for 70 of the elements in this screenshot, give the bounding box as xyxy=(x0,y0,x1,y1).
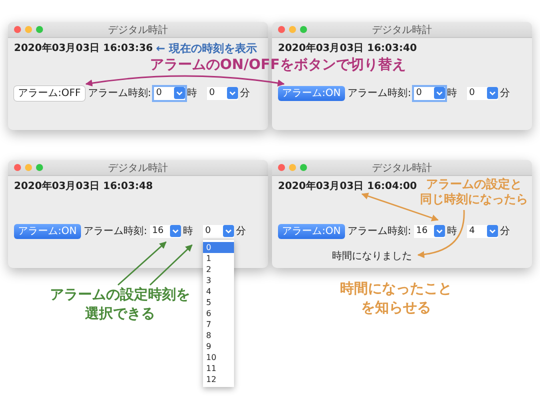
dropdown-option[interactable]: 7 xyxy=(203,318,234,330)
hour-unit-label: 時 xyxy=(187,86,198,100)
dropdown-option[interactable]: 1 xyxy=(203,252,234,264)
zoom-button[interactable] xyxy=(300,26,307,33)
dropdown-option[interactable]: 8 xyxy=(203,330,234,340)
dropdown-option[interactable]: 2 xyxy=(203,264,234,274)
close-button[interactable] xyxy=(14,164,21,171)
annotation-text: アラームの設定時刻を 選択できる xyxy=(50,286,190,324)
annotation-text: 時間になったこと を知らせる xyxy=(340,280,452,318)
chevron-icon xyxy=(434,225,446,237)
close-button[interactable] xyxy=(14,26,21,33)
minute-combo-box[interactable]: 4 xyxy=(467,224,498,238)
hour-combo-box[interactable]: 16 xyxy=(414,224,446,238)
hour-unit-label: 時 xyxy=(183,224,194,238)
dropdown-option[interactable]: 0 xyxy=(203,242,234,252)
chevron-icon xyxy=(170,225,182,237)
clock-text: 2020年03月03日 16:03:48 xyxy=(14,181,153,193)
dropdown-option[interactable]: 6 xyxy=(203,308,234,318)
window-title: デジタル時計 xyxy=(108,162,168,174)
dropdown-option[interactable]: 12 xyxy=(203,374,234,384)
zoom-button[interactable] xyxy=(300,164,307,171)
zoom-button[interactable] xyxy=(36,164,43,171)
alarm-time-label: アラーム時刻: xyxy=(84,224,148,238)
minute-combo-box[interactable]: 0 xyxy=(203,224,234,238)
chevron-icon xyxy=(227,87,238,99)
arrow xyxy=(150,244,192,286)
alarm-time-label: アラーム時刻: xyxy=(348,224,412,238)
window-title: デジタル時計 xyxy=(108,24,168,36)
clock-text: 2020年03月03日 16:03:36 xyxy=(14,43,153,55)
hour-unit-label: 時 xyxy=(447,224,458,238)
annotation-text: アラームのON/OFFをボタンで切り替え xyxy=(150,56,406,74)
annotation-text: ← 現在の時刻を表示 xyxy=(156,41,258,56)
alarm-message: 時間になりました xyxy=(332,250,412,263)
minimize-button[interactable] xyxy=(25,26,32,33)
hour-combo-box[interactable]: 0 xyxy=(154,86,186,100)
minute-unit-label: 分 xyxy=(500,87,510,100)
dropdown-option[interactable]: 10 xyxy=(203,352,234,362)
clock-text: 2020年03月03日 16:04:00 xyxy=(278,181,417,193)
close-button[interactable] xyxy=(278,26,285,33)
minimize-button[interactable] xyxy=(25,164,32,171)
hour-unit-label: 時 xyxy=(447,86,458,100)
dropdown-option[interactable]: 11 xyxy=(203,362,234,374)
chevron-icon xyxy=(487,87,498,99)
dropdown-option[interactable]: 9 xyxy=(203,340,234,352)
minute-unit-label: 分 xyxy=(240,87,250,100)
clock-text: 2020年03月03日 16:03:40 xyxy=(278,43,417,55)
dropdown-option[interactable]: 5 xyxy=(203,296,234,308)
curved-arrow xyxy=(417,210,465,258)
dropdown-option[interactable]: 4 xyxy=(203,286,234,296)
minimize-button[interactable] xyxy=(289,164,296,171)
window-title: デジタル時計 xyxy=(372,162,432,174)
window-title: デジタル時計 xyxy=(372,24,432,36)
chevron-icon xyxy=(434,87,446,99)
alarm-time-label: アラーム時刻: xyxy=(348,86,412,100)
minute-combo-box[interactable]: 0 xyxy=(207,86,238,100)
alarm-time-label: アラーム時刻: xyxy=(88,86,152,100)
chevron-icon xyxy=(223,225,234,237)
minute-combo-box[interactable]: 0 xyxy=(467,86,498,100)
minimize-button[interactable] xyxy=(289,26,296,33)
zoom-button[interactable] xyxy=(36,26,43,33)
close-button[interactable] xyxy=(278,164,285,171)
hour-combo-box[interactable]: 16 xyxy=(150,224,182,238)
chevron-icon xyxy=(487,225,498,237)
alarm-toggle-button[interactable]: アラーム:OFF xyxy=(14,86,85,100)
minute-unit-label: 分 xyxy=(500,225,510,238)
minute-unit-label: 分 xyxy=(236,225,246,238)
annotation-text: アラームの設定と 同じ時刻になったら xyxy=(420,177,528,207)
dropdown-option[interactable]: 3 xyxy=(203,274,234,286)
hour-combo-box[interactable]: 0 xyxy=(414,86,446,100)
chevron-icon xyxy=(174,87,186,99)
